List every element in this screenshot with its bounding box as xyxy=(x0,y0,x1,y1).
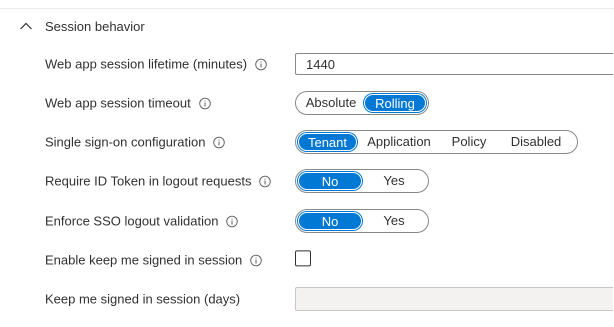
require-id-token-toggle: No Yes xyxy=(295,169,429,193)
session-lifetime-control xyxy=(295,53,613,75)
label-text: Enable keep me signed in session xyxy=(45,252,243,268)
setting-label-session-lifetime: Web app session lifetime (minutes) xyxy=(45,57,267,72)
enforce-sso-logout-control: No Yes xyxy=(295,209,429,233)
keep-me-signed-in-days-control xyxy=(295,287,613,311)
setting-row-keep-me-signed-in-days: Keep me signed in session (days) xyxy=(45,286,614,312)
label-text: Web app session lifetime (minutes) xyxy=(45,56,248,72)
label-text: Single sign-on configuration xyxy=(45,134,206,150)
session-timeout-toggle: Absolute Rolling xyxy=(295,91,429,115)
option-disabled[interactable]: Disabled xyxy=(497,133,575,151)
info-icon[interactable] xyxy=(259,175,272,187)
section-header-session-behavior[interactable]: Session behavior xyxy=(19,16,145,36)
setting-label-keep-me-signed-in: Enable keep me signed in session xyxy=(45,252,263,268)
session-behavior-panel: Session behavior Web app session lifetim… xyxy=(0,0,614,327)
setting-row-keep-me-signed-in: Enable keep me signed in session xyxy=(45,247,614,273)
setting-row-sso-configuration: Single sign-on configuration Tenant Appl… xyxy=(45,129,614,155)
divider xyxy=(0,8,614,9)
info-icon[interactable] xyxy=(198,97,211,109)
setting-label-keep-me-signed-in-days: Keep me signed in session (days) xyxy=(45,292,240,307)
setting-label-sso-configuration: Single sign-on configuration xyxy=(45,134,226,150)
option-rolling[interactable]: Rolling xyxy=(364,94,426,112)
label-text: Web app session timeout xyxy=(45,95,191,111)
session-timeout-control: Absolute Rolling xyxy=(295,91,429,115)
sso-configuration-toggle: Tenant Application Policy Disabled xyxy=(295,130,578,154)
setting-row-require-id-token: Require ID Token in logout requests No Y… xyxy=(45,168,614,194)
option-yes[interactable]: Yes xyxy=(362,212,426,230)
label-text: Keep me signed in session (days) xyxy=(45,291,241,307)
option-policy[interactable]: Policy xyxy=(441,133,497,151)
option-absolute[interactable]: Absolute xyxy=(298,94,364,112)
info-icon[interactable] xyxy=(250,254,263,266)
sso-configuration-control: Tenant Application Policy Disabled xyxy=(295,130,578,154)
option-no[interactable]: No xyxy=(298,212,362,230)
setting-label-require-id-token: Require ID Token in logout requests xyxy=(45,173,272,189)
info-icon[interactable] xyxy=(213,136,226,148)
section-title: Session behavior xyxy=(45,18,145,34)
require-id-token-control: No Yes xyxy=(295,169,429,193)
option-yes[interactable]: Yes xyxy=(362,172,426,190)
info-icon[interactable] xyxy=(226,215,239,227)
option-tenant[interactable]: Tenant xyxy=(298,133,357,151)
enforce-sso-logout-toggle: No Yes xyxy=(295,209,429,233)
setting-row-session-lifetime: Web app session lifetime (minutes) xyxy=(45,51,614,77)
setting-row-enforce-sso-logout: Enforce SSO logout validation No Yes xyxy=(45,208,614,234)
keep-me-signed-in-days-input xyxy=(295,287,613,311)
option-application[interactable]: Application xyxy=(357,133,441,151)
option-no[interactable]: No xyxy=(298,172,362,190)
setting-label-session-timeout: Web app session timeout xyxy=(45,96,211,111)
label-text: Require ID Token in logout requests xyxy=(45,173,252,189)
session-lifetime-input[interactable] xyxy=(295,53,613,75)
chevron-up-icon[interactable] xyxy=(19,19,33,33)
setting-row-session-timeout: Web app session timeout Absolute Rolling xyxy=(45,90,614,116)
keep-me-signed-in-control xyxy=(295,250,311,267)
info-icon[interactable] xyxy=(255,58,267,70)
label-text: Enforce SSO logout validation xyxy=(45,213,219,229)
keep-me-signed-in-checkbox[interactable] xyxy=(295,250,311,267)
setting-label-enforce-sso-logout: Enforce SSO logout validation xyxy=(45,213,239,229)
